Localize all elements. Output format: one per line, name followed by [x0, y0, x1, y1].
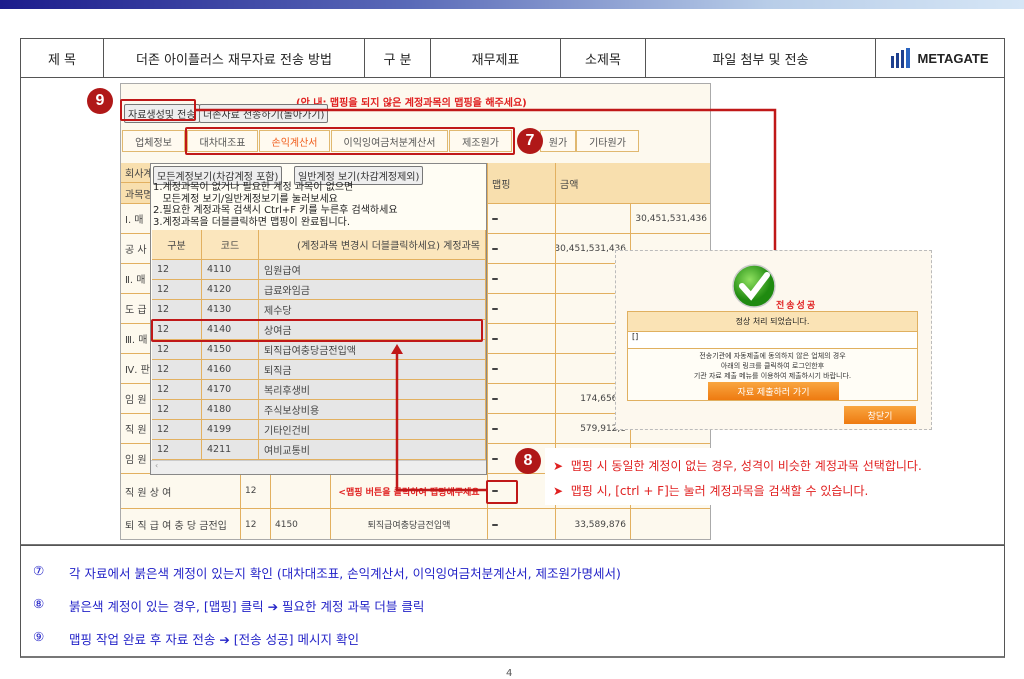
highlight-mapping-button	[486, 480, 518, 504]
close-dialog-button[interactable]: 창닫기	[844, 406, 916, 424]
tip-line-2: ➤ 맵핑 시, [ctrl + F]는 눌러 계정과목을 검색할 수 있습니다.	[553, 484, 869, 498]
note-number: ⑨	[33, 629, 45, 644]
note-text: 각 자료에서 붉은색 계정이 있는지 확인 (대차대조표, 손익계산서, 이익잉…	[69, 566, 621, 581]
go-submit-button[interactable]: 자료 제출하러 가기	[708, 382, 839, 400]
callout-8: 8	[515, 448, 541, 474]
note-8: ⑧ 붉은색 계정이 있는 경우, [맵핑] 클릭 ➔ 필요한 계정 과목 더블 클…	[33, 596, 424, 615]
note-text: 붉은색 계정이 있는 경우, [맵핑] 클릭 ➔ 필요한 계정 과목 더블 클릭	[69, 599, 425, 614]
page-number: 4	[506, 668, 513, 679]
status-message: 정상 처리 되었습니다.	[628, 312, 917, 332]
notes-panel: ⑦ 각 자료에서 붉은색 계정이 있는지 확인 (대차대조표, 손익계산서, 이익…	[20, 545, 1005, 658]
note-9: ⑨ 맵핑 작업 완료 후 자료 전송 ➔ [전송 성공] 메시지 확인	[33, 629, 359, 648]
tip-text: 맵핑 시, [ctrl + F]는 눌러 계정과목을 검색할 수 있습니다.	[570, 484, 869, 498]
tip-text: 맵핑 시 동일한 계정이 없는 경우, 성격이 비슷한 계정과목 선택합니다.	[570, 459, 922, 473]
dialog-title: 전송성공	[776, 301, 818, 311]
tip-line-1: ➤ 맵핑 시 동일한 계정이 없는 경우, 성격이 비슷한 계정과목 선택합니다…	[553, 459, 922, 473]
note-number: ⑦	[33, 563, 45, 578]
tips-panel: ➤ 맵핑 시 동일한 계정이 없는 경우, 성격이 비슷한 계정과목 선택합니다…	[545, 448, 1000, 505]
note-text: 맵핑 작업 완료 후 자료 전송 ➔ [전송 성공] 메시지 확인	[69, 632, 359, 647]
note-number: ⑧	[33, 596, 45, 611]
arrow-head-icon	[391, 344, 403, 354]
send-success-dialog: 전송성공 정상 처리 되었습니다. [] 전송기관에 자동제출에 동의하지 않은…	[615, 250, 932, 430]
dialog-message-line: 기관 자료 제출 메뉴를 이용하여 제출하시기 바랍니다.	[693, 372, 852, 380]
note-7: ⑦ 각 자료에서 붉은색 계정이 있는지 확인 (대차대조표, 손익계산서, 이익…	[33, 563, 621, 582]
result-field[interactable]: []	[628, 332, 917, 349]
success-check-icon	[732, 264, 776, 308]
dialog-message-line: 아래의 링크를 클릭하여 로그인한후	[720, 362, 825, 370]
dialog-message-line: 전송기관에 자동제출에 동의하지 않은 업체의 경우	[699, 352, 846, 360]
